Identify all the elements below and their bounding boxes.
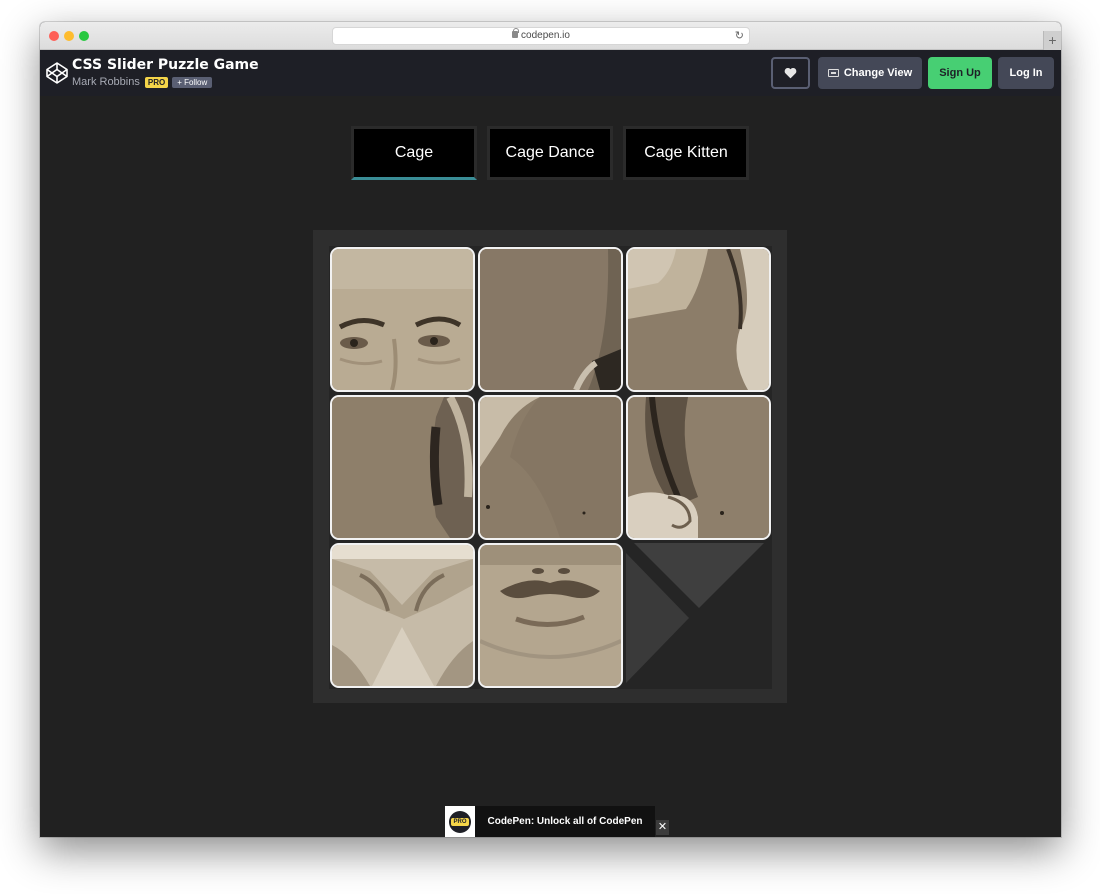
heart-button[interactable] <box>771 57 810 89</box>
puzzle-tile-suit-shoulder[interactable] <box>478 247 623 392</box>
tab-cage[interactable]: Cage <box>351 126 477 180</box>
close-window-button[interactable] <box>49 31 59 41</box>
puzzle-board <box>329 246 772 689</box>
browser-chrome: codepen.io ↻ + <box>40 22 1061 50</box>
tab-cage-kitten[interactable]: Cage Kitten <box>623 126 749 180</box>
promo-close-icon[interactable]: ✕ <box>656 820 669 835</box>
address-bar[interactable]: codepen.io ↻ <box>332 27 750 45</box>
layout-icon <box>827 69 839 77</box>
puzzle-tile-ear[interactable] <box>626 395 771 540</box>
puzzle-tile-forehead[interactable] <box>330 395 475 540</box>
codepen-header: CSS Slider Puzzle Game Mark Robbins PRO … <box>40 50 1061 96</box>
heart-icon <box>784 67 797 79</box>
log-in-button[interactable]: Log In <box>998 57 1054 89</box>
lock-icon <box>512 28 520 38</box>
promo-pro-badge: PRO <box>451 817 469 826</box>
puzzle-tile-mustache[interactable] <box>478 543 623 688</box>
puzzle-tile-jacket[interactable] <box>478 395 623 540</box>
tab-cage-dance[interactable]: Cage Dance <box>487 126 613 180</box>
pro-icon: PRO <box>445 806 475 837</box>
author-link[interactable]: Mark Robbins <box>72 76 140 88</box>
puzzle-tile-bow-tie[interactable] <box>330 543 475 688</box>
reload-icon[interactable]: ↻ <box>735 28 744 44</box>
pro-badge: PRO <box>144 76 169 88</box>
puzzle-tile-eyes[interactable] <box>330 247 475 392</box>
author-row: Mark Robbins PRO + Follow <box>72 76 213 88</box>
puzzle-empty-slot <box>626 543 771 688</box>
puzzle-frame <box>313 230 787 703</box>
browser-window: codepen.io ↻ + CSS Slider Puzzle Game Ma… <box>40 22 1061 837</box>
promo-banner[interactable]: PRO CodePen: Unlock all of CodePen <box>445 806 669 837</box>
promo-text[interactable]: CodePen: Unlock all of CodePen <box>475 806 655 837</box>
new-tab-button[interactable]: + <box>1043 31 1061 50</box>
result-preview: Cage Cage Dance Cage Kitten PRO CodePen:… <box>40 96 1061 837</box>
change-view-button[interactable]: Change View <box>818 57 922 89</box>
codepen-logo-icon[interactable] <box>45 61 69 85</box>
follow-button[interactable]: + Follow <box>172 76 213 88</box>
maximize-window-button[interactable] <box>79 31 89 41</box>
puzzle-tile-hair-side[interactable] <box>626 247 771 392</box>
sign-up-button[interactable]: Sign Up <box>928 57 992 89</box>
url-text: codepen.io <box>521 30 570 41</box>
change-view-label: Change View <box>843 67 913 79</box>
pen-title: CSS Slider Puzzle Game <box>72 57 259 73</box>
minimize-window-button[interactable] <box>64 31 74 41</box>
